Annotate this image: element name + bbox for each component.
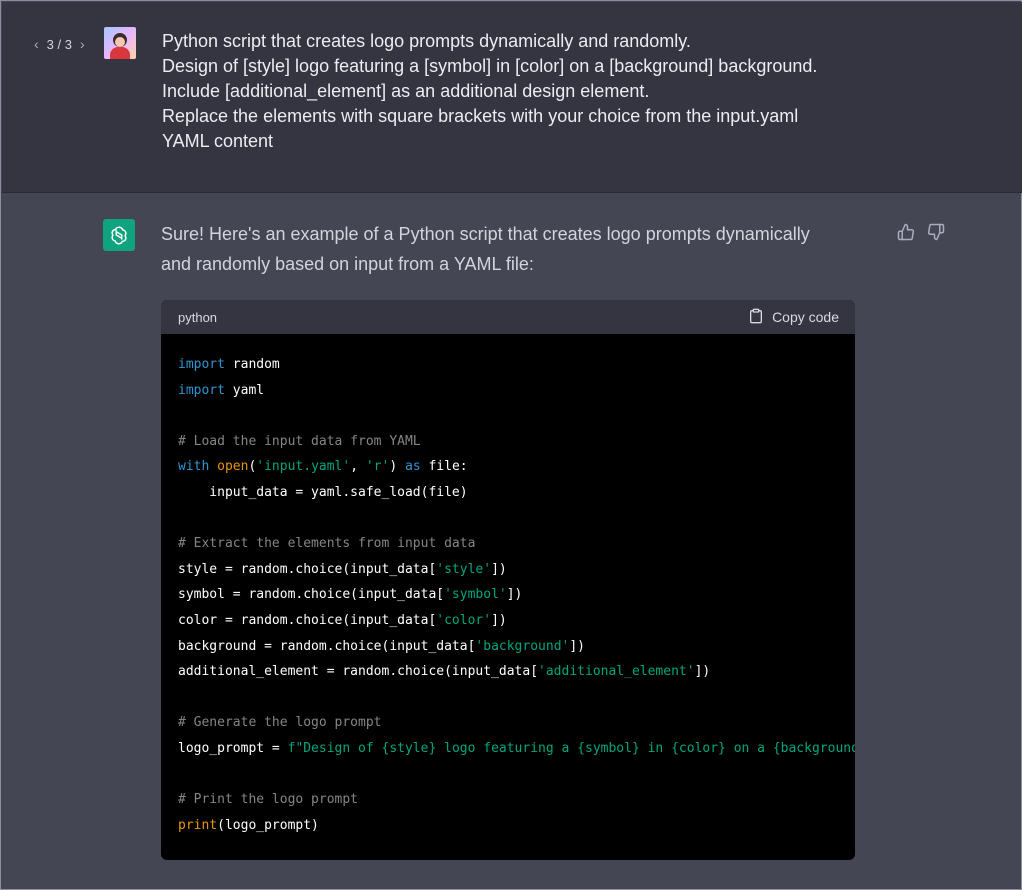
code-token: 'color' [436,612,492,628]
code-token: ]) [569,638,585,654]
code-comment: # Extract the elements from input data [178,536,476,552]
assistant-message-text: Sure! Here's an example of a Python scri… [161,219,851,279]
response-pager: ‹ 3 / 3 › [34,36,85,52]
code-block: python Copy code import random import ya… [161,300,855,860]
user-avatar [104,27,136,59]
user-message-line: Design of [style] logo featuring a [symb… [162,56,818,76]
code-token: 'symbol' [444,587,507,603]
code-token: import [178,357,225,372]
code-comment: # Load the input data from YAML [178,433,421,449]
code-token: f"Design of {style} logo featuring a {sy… [287,740,855,756]
reply-line: and randomly based on input from a YAML … [161,254,534,274]
user-message-line: Replace the elements with square bracket… [162,106,799,126]
code-content: import random import yaml # Load the inp… [161,334,855,838]
code-token: print [178,817,218,833]
feedback-buttons [897,223,945,241]
code-comment: # Generate the logo prompt [178,715,382,731]
code-token: ]) [694,664,711,680]
code-token: color = random.choice(input_data[ [178,612,437,628]
code-token: ]) [491,561,507,577]
user-message-line: Python script that creates logo prompts … [162,31,691,51]
code-token: open [217,459,249,475]
user-message-row: ‹ 3 / 3 › Python script that creates log… [2,2,1022,193]
user-message-line: Include [additional_element] as an addit… [162,81,650,101]
copy-code-button[interactable]: Copy code [748,308,839,327]
code-comment: # Print the logo prompt [178,792,359,808]
code-token: logo_prompt = [178,740,288,756]
code-token: style = random.choice(input_data[ [178,561,437,577]
code-token: ]) [506,587,523,603]
chatgpt-logo-icon [103,219,135,251]
code-token: random [224,357,280,372]
code-token: 'style' [436,561,492,577]
chevron-right-icon[interactable]: › [80,36,85,52]
code-token: 'r' [365,459,390,475]
chevron-left-icon[interactable]: ‹ [34,36,39,52]
pager-label: 3 / 3 [46,36,72,52]
code-token: import [178,382,225,398]
code-language-label: python [178,309,218,325]
code-token: background = random.choice(input_data[ [178,638,476,654]
code-token: (logo_prompt) [217,817,319,833]
code-token: ]) [491,612,507,628]
code-line: input_data = yaml.safe_load(file) [178,484,468,500]
chat-window: ‹ 3 / 3 › Python script that creates log… [0,0,1022,890]
user-message-text: Python script that creates logo prompts … [162,29,862,154]
thumbs-up-icon[interactable] [897,223,915,241]
code-token: 'input.yaml' [256,459,351,475]
copy-code-label: Copy code [772,309,839,325]
user-message-line: YAML content [162,131,274,151]
clipboard-icon [748,308,764,327]
code-token: with [178,459,210,475]
reply-line: Sure! Here's an example of a Python scri… [161,224,810,244]
code-token: 'additional_element' [538,664,695,680]
code-token: as [405,459,421,475]
code-token: symbol = random.choice(input_data[ [178,587,445,603]
thumbs-down-icon[interactable] [927,223,945,241]
code-token: additional_element = random.choice(input… [178,664,539,680]
code-header: python Copy code [161,300,855,334]
code-token: 'background' [475,638,570,654]
code-token: yaml [224,382,265,398]
